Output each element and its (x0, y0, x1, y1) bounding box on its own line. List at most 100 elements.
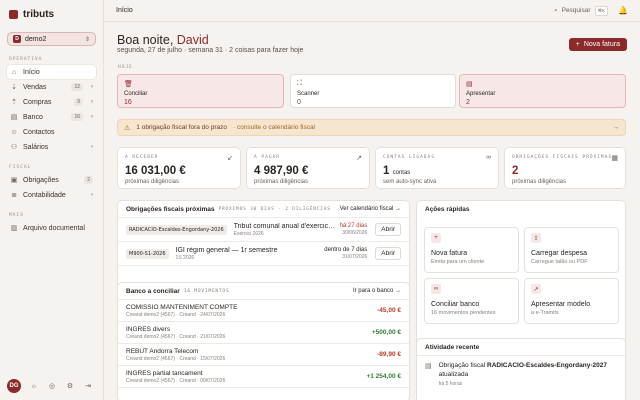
arrow-up-right-icon: ↗ (356, 155, 362, 162)
activity-post: atualizada (438, 370, 469, 378)
tile-value: 2 (466, 99, 470, 106)
page-breadcrumb: Início (116, 7, 133, 14)
topbar: Início ⌕ Pesquisar ⌘K 🔔 (104, 0, 640, 22)
stat-label: OBRIGAÇÕES FISCAIS PRÓXIMAS (512, 155, 613, 160)
stat-value: 2 (512, 165, 618, 177)
greeting: Boa noite, David (117, 33, 209, 47)
obligation-row[interactable]: RADICACIO-Escaldes-Engordany-2026 Tribut … (118, 218, 409, 242)
count-badge: 16 (71, 113, 83, 121)
salary-icon: ⚇ (10, 144, 18, 151)
avatar[interactable]: DG (7, 379, 21, 393)
stat-sub: próximas diligências (254, 179, 309, 185)
plus-icon: + (575, 41, 580, 48)
bank-title: Banco a conciliar (126, 287, 180, 295)
sidebar: tributs D demo2 ⇕ OPERATIVA ⌂ Início ⇣ Venda… (0, 0, 104, 400)
bank-link[interactable]: Ir para o banco → (353, 288, 401, 294)
stat-card[interactable]: CONTAS LIGADAS ∞ 1 contas sem auto-sync ati… (375, 147, 499, 189)
search-label: Pesquisar (561, 7, 591, 14)
bank-card: Banco a conciliar 16 MOVIMENTOS Ir para … (117, 282, 410, 400)
quick-action-carregar-despesa[interactable]: ⇪ Carregar despesa Carregue talão ou PDF (524, 227, 619, 273)
obligations-icon: ▣ (10, 177, 18, 184)
sidebar-item-label: Início (23, 68, 40, 76)
search-box[interactable]: ⌕ Pesquisar ⌘K (554, 5, 609, 16)
bank-movement-row[interactable]: REBUT Andorra Telecom Creand demo2 (4567)… (118, 344, 409, 366)
org-badge: D (13, 35, 21, 43)
stat-sub: próximas diligências (125, 179, 180, 185)
today-tile-apresentar[interactable]: ▤ Apresentar 2 (459, 74, 626, 108)
stat-value: 1 contas (383, 165, 491, 177)
sidebar-item-vendas[interactable]: ⇣ Vendas 12 › (7, 80, 96, 94)
activity-card: Atividade recente ▤ Obrigação fiscal RADI… (416, 338, 626, 400)
sidebar-item-in-cio[interactable]: ⌂ Início (7, 65, 96, 79)
due-text: dentro de 7 dias (324, 247, 368, 253)
stat-card[interactable]: A PAGAR ↗ 4 987,90 € próximas diligências (246, 147, 370, 189)
stat-label: A PAGAR (254, 155, 280, 160)
brand-name: tributs (23, 8, 55, 20)
chevron-updown-icon: ⇕ (84, 36, 90, 43)
new-invoice-button[interactable]: + Nova fatura (568, 38, 627, 51)
archive-icon: ▥ (10, 225, 18, 232)
obligation-title: IGI règim general — 1r semestre (175, 246, 278, 254)
obligation-sub: Exercici 2026 (233, 230, 264, 237)
calendar-link[interactable]: Ver calendário fiscal → (340, 206, 401, 212)
present-icon: ▤ (466, 81, 473, 88)
stat-number: 2 (512, 165, 519, 177)
stat-card[interactable]: A RECEBER ↙ 16 031,00 € próximas diligência… (117, 147, 241, 189)
greeting-name: David (176, 33, 209, 47)
movement-title: COMISSIO MANTENIMENT COMPTE (126, 303, 238, 311)
sidebar-item-contabilidade[interactable]: ≣ Contabilidade › (7, 188, 96, 202)
today-tile-scanner[interactable]: ⛶ Scanner 0 (290, 74, 456, 108)
tile-value: 0 (297, 99, 301, 106)
send-icon: ↗ (531, 284, 541, 294)
help-icon[interactable]: ◎ (47, 382, 57, 390)
sidebar-item-label: Compras (23, 98, 52, 106)
sidebar-item-obriga-es[interactable]: ▣ Obrigações 2 (7, 173, 96, 187)
quick-action-title: Apresentar modelo (531, 301, 591, 308)
stat-card[interactable]: OBRIGAÇÕES FISCAIS PRÓXIMAS ▦ 2 próximas di… (504, 147, 626, 189)
bank-movement-row[interactable]: INGRES partial tancament Creand demo2 (45… (118, 366, 409, 388)
movement-title: INGRES divers (126, 325, 171, 333)
stat-number: 1 (383, 165, 390, 177)
sidebar-item-label: Contactos (23, 128, 55, 136)
quick-action-nova-fatura[interactable]: + Nova fatura Emita para um cliente (424, 227, 519, 273)
arrow-down-left-icon: ↙ (227, 155, 233, 162)
sidebar-item-sal-rios[interactable]: ⚇ Salários › (7, 140, 96, 154)
quick-action-conciliar-banco[interactable]: ∞ Conciliar banco 16 movimentos pendentes (424, 278, 519, 324)
bell-icon[interactable]: 🔔 (618, 6, 628, 15)
stat-label: A RECEBER (125, 155, 159, 160)
sidebar-item-banco[interactable]: ▤ Banco 16 › (7, 110, 96, 124)
scanner-icon: ⛶ (297, 80, 302, 87)
brand[interactable]: tributs (9, 8, 96, 20)
calendar-icon: ▦ (611, 155, 618, 162)
logout-icon[interactable]: ⇥ (83, 382, 93, 390)
movement-amount: +500,00 € (371, 329, 401, 336)
gear-icon[interactable]: ⚙ (65, 382, 75, 390)
org-switcher[interactable]: D demo2 ⇕ (7, 32, 96, 46)
obligation-row[interactable]: M900-S1-2026 IGI règim general — 1r semes… (118, 242, 409, 266)
movement-sub: Creand demo2 (4567) · Creand · 15/07/202… (126, 355, 226, 362)
activity-body: Obrigação fiscal RADICACIO-Escaldes-Engo… (439, 362, 617, 387)
open-obligation-button[interactable]: Abrir (375, 223, 401, 236)
sun-icon[interactable]: ☼ (29, 383, 39, 390)
sidebar-item-arquivo-documental[interactable]: ▥ Arquivo documental (7, 221, 96, 235)
link-icon: ∞ (431, 284, 441, 294)
sidebar-item-label: Obrigações (23, 176, 59, 184)
obligation-sub: 1S 2026 (175, 254, 195, 261)
chevron-right-icon: › (91, 144, 93, 150)
activity-row[interactable]: ▤ Obrigação fiscal RADICACIO-Escaldes-Eng… (417, 356, 625, 393)
sidebar-item-contactos[interactable]: ☺ Contactos (7, 125, 96, 139)
contacts-icon: ☺ (10, 128, 18, 136)
activity-subject: RADICACIO-Escaldes-Engordany-2027 (487, 362, 607, 369)
quick-action-apresentar-modelo[interactable]: ↗ Apresentar modelo a e-Tramits (524, 278, 619, 324)
bank-movement-row[interactable]: INGRES divers Creand demo2 (4567) · Crean… (118, 322, 409, 344)
sidebar-item-compras[interactable]: ⇡ Compras 9 › (7, 95, 96, 109)
movement-amount: -45,00 € (377, 307, 401, 314)
overdue-alert[interactable]: ⚠ 1 obrigação fiscal fora do prazo · con… (117, 119, 626, 136)
bank-movement-row[interactable]: COMISSIO MANTENIMENT COMPTE Creand demo2 … (118, 300, 409, 322)
activity-header: Atividade recente (417, 339, 625, 356)
open-obligation-button[interactable]: Abrir (375, 247, 401, 260)
tile-title: Conciliar (124, 91, 148, 97)
today-tile-conciliar[interactable]: 🗑 Conciliar 16 (117, 74, 284, 108)
obligation-title: Tribut comunal anual d'exercici d'activi… (233, 222, 336, 230)
sidebar-section-label: MAIS (9, 213, 24, 218)
